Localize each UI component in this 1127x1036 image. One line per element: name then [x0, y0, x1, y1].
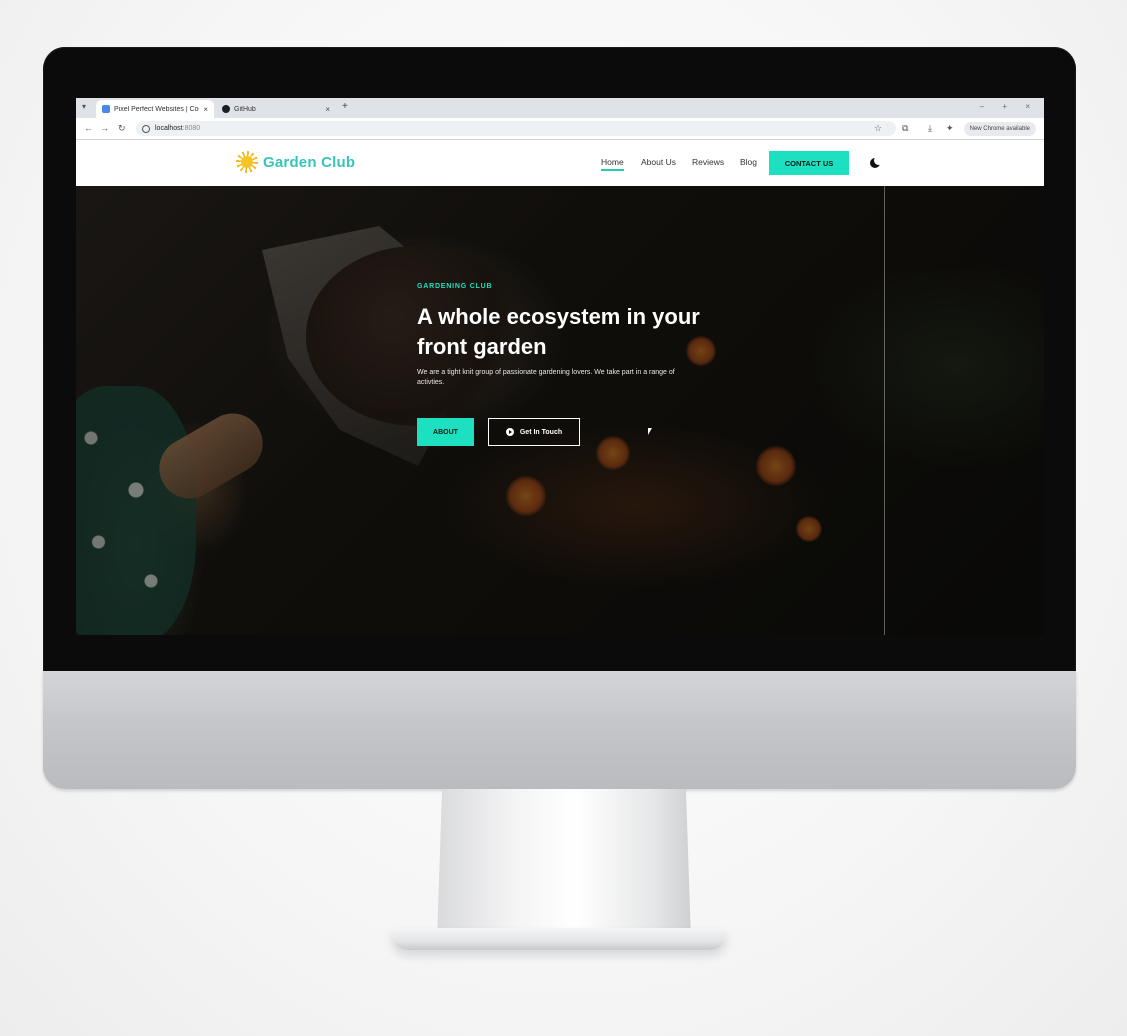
about-button[interactable]: ABOUT [417, 418, 474, 446]
tab-title: Pixel Perfect Websites | Cod... [114, 105, 200, 113]
mouse-cursor-icon [648, 428, 652, 435]
brand-name: Garden Club [263, 153, 356, 171]
nav-about-us[interactable]: About Us [641, 157, 676, 167]
nav-blog[interactable]: Blog [740, 157, 757, 167]
address-host: localhost [155, 125, 183, 132]
extensions-icon[interactable]: ⧉ [902, 123, 908, 134]
tab-search-icon[interactable]: ▾ [82, 102, 86, 111]
contact-us-button[interactable]: CONTACT US [769, 151, 849, 175]
address-input[interactable]: localhost :8080 [136, 121, 896, 136]
window-controls[interactable]: – + × [980, 102, 1038, 111]
tab-strip: ▾ Pixel Perfect Websites | Cod... × GitH… [76, 98, 1044, 118]
close-icon[interactable]: × [325, 105, 330, 114]
hero-divider-line [884, 186, 885, 635]
reload-icon[interactable]: ↻ [118, 123, 126, 134]
monitor-stand-base [392, 928, 726, 950]
browser-window: ▾ Pixel Perfect Websites | Cod... × GitH… [76, 98, 1044, 635]
photo-stage: ▾ Pixel Perfect Websites | Cod... × GitH… [0, 0, 1127, 1036]
hero-overlay [76, 186, 1044, 635]
sun-icon [236, 151, 258, 173]
download-icon[interactable]: ⤓ [928, 123, 932, 134]
chrome-update-button[interactable]: New Chrome available [963, 122, 1036, 136]
address-port: :8080 [182, 125, 201, 132]
nav-reviews[interactable]: Reviews [692, 157, 724, 167]
site-info-icon[interactable] [142, 124, 150, 133]
monitor-stand [437, 789, 691, 939]
tab-title: GitHub [234, 105, 256, 113]
pixel-perfect-favicon-icon [102, 105, 110, 113]
back-arrow-icon[interactable]: ← [84, 123, 93, 133]
play-icon [505, 428, 514, 436]
nav-home[interactable]: Home [601, 157, 624, 171]
monitor-chin [43, 671, 1076, 789]
tab-github[interactable]: GitHub × [216, 100, 336, 118]
hero-section: GARDENING CLUB A whole ecosystem in your… [76, 186, 1044, 635]
get-in-touch-button[interactable]: Get In Touch [488, 418, 580, 446]
hero-subtext: We are a tight knit group of passionate … [417, 369, 675, 386]
github-icon [222, 105, 230, 113]
profile-icon[interactable]: ✦ [946, 123, 954, 134]
star-icon[interactable]: ☆ [874, 123, 882, 134]
forward-arrow-icon[interactable]: → [100, 123, 109, 133]
address-toolbar: ← → ↻ localhost :8080 ☆ ⧉ ⤓ ✦ New Chrome… [76, 118, 1044, 140]
site-logo[interactable]: Garden Club [236, 151, 355, 173]
new-tab-button[interactable]: + [342, 101, 348, 112]
tab-pixel-perfect[interactable]: Pixel Perfect Websites | Cod... × [96, 100, 214, 118]
hero-eyebrow: GARDENING CLUB [417, 283, 493, 290]
site-header: Garden Club Home About Us Reviews Blog C… [76, 140, 1044, 186]
hero-headline: A whole ecosystem in your front garden [417, 304, 700, 359]
moon-icon[interactable] [870, 156, 883, 168]
get-in-touch-label: Get In Touch [519, 428, 563, 436]
close-icon[interactable]: × [203, 105, 208, 114]
